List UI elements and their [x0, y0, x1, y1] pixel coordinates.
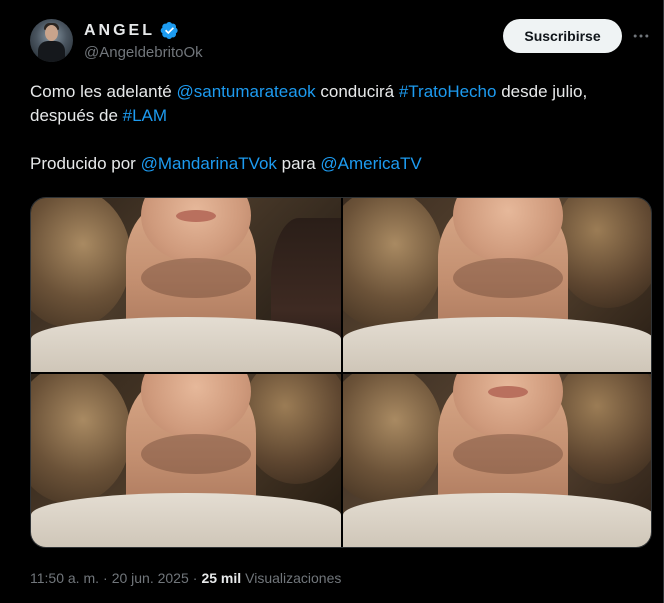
author-display-name[interactable]: ANGEL	[84, 22, 155, 40]
hashtag-link[interactable]: #LAM	[123, 106, 167, 125]
media-photo-4[interactable]	[343, 374, 651, 547]
subscribe-button[interactable]: Suscribirse	[503, 19, 622, 53]
tweet-text: Como les adelanté @santumarateaok conduc…	[30, 80, 640, 176]
views-count: 25 mil	[201, 570, 242, 586]
views-label: Visualizaciones	[245, 570, 342, 586]
author-info: ANGEL @AngeldebritoOk	[84, 21, 203, 62]
more-horizontal-icon[interactable]	[630, 24, 652, 48]
tweet-meta: 11:50 a. m. · 20 jun. 2025 · 25 mil Visu…	[30, 570, 341, 586]
mention-link[interactable]: @AmericaTV	[320, 154, 421, 173]
mention-link[interactable]: @santumarateaok	[176, 82, 315, 101]
tweet-date[interactable]: 20 jun. 2025	[112, 570, 189, 586]
tweet-time[interactable]: 11:50 a. m.	[30, 570, 99, 586]
author-handle[interactable]: @AngeldebritoOk	[84, 44, 203, 61]
hashtag-link[interactable]: #TratoHecho	[399, 82, 497, 101]
meta-separator: ·	[192, 570, 198, 586]
media-grid	[30, 197, 652, 548]
media-photo-3[interactable]	[31, 374, 341, 547]
media-photo-2[interactable]	[343, 198, 651, 372]
meta-separator: ·	[103, 570, 108, 586]
tweet-card: ANGEL @AngeldebritoOk Suscribirse Como l…	[0, 0, 664, 603]
tweet-paragraph-2: Producido por @MandarinaTVok para @Ameri…	[30, 154, 422, 173]
avatar[interactable]	[30, 19, 73, 62]
media-photo-1[interactable]	[31, 198, 341, 372]
verified-badge-icon[interactable]	[160, 21, 179, 40]
tweet-paragraph-1: Como les adelanté @santumarateaok conduc…	[30, 82, 588, 125]
mention-link[interactable]: @MandarinaTVok	[141, 154, 277, 173]
